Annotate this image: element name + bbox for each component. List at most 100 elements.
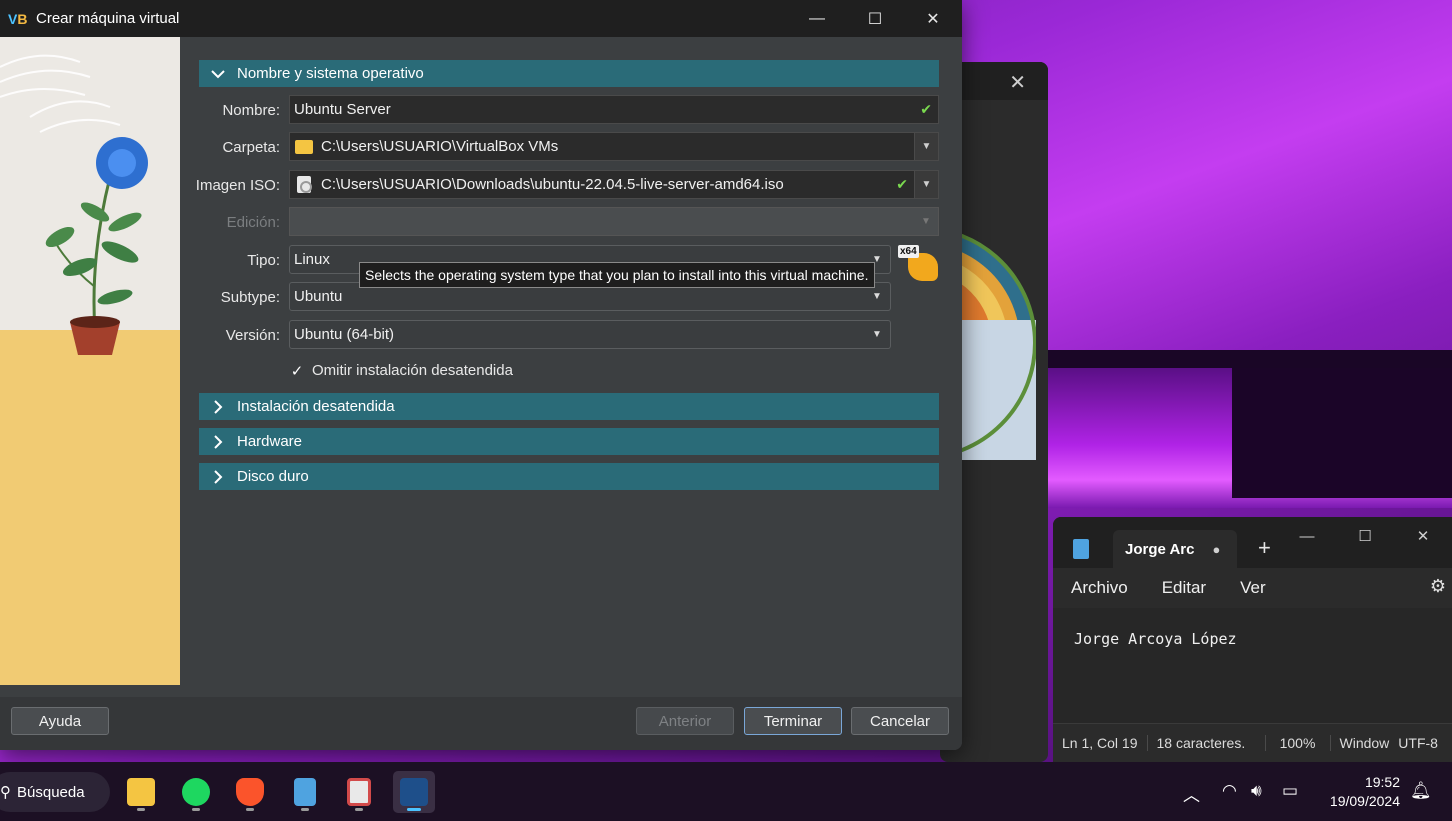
skip-unattended-checkbox[interactable]: ✓ Omitir instalación desatendida: [289, 362, 513, 380]
notepad-statusbar: Ln 1, Col 19 18 caracteres. 100% Window …: [1053, 723, 1452, 762]
section-disk-header[interactable]: Disco duro: [199, 463, 939, 490]
folder-icon: [295, 139, 313, 154]
iso-label: Imagen ISO:: [195, 177, 280, 194]
virtualbox-icon: [400, 778, 428, 806]
subtype-value: Ubuntu: [294, 288, 343, 305]
search-label: Búsqueda: [17, 783, 85, 801]
taskbar-search[interactable]: ⚲ Búsqueda: [0, 772, 110, 812]
check-icon: ✔: [920, 101, 932, 117]
edition-label: Edición:: [226, 214, 280, 231]
create-vm-dialog: VB Crear máquina virtual — ☐ ✕ Nombre y …: [0, 0, 962, 750]
notepad-tab-title: Jorge Arc: [1125, 540, 1195, 558]
notepad-icon: [1073, 539, 1089, 559]
folder-icon: [127, 778, 155, 806]
os-type-tooltip: Selects the operating system type that y…: [359, 262, 875, 288]
help-button[interactable]: Ayuda: [11, 707, 109, 735]
checkmark-icon[interactable]: ✓: [289, 363, 305, 380]
minimize-icon: —: [1299, 527, 1315, 545]
gear-icon[interactable]: ⚙: [1430, 576, 1446, 597]
iso-value: C:\Users\USUARIO\Downloads\ubuntu-22.04.…: [321, 176, 784, 193]
clock-time: 19:52: [1364, 774, 1400, 790]
taskbar: ⚲ Búsqueda ︿ ◠ 🔊︎ ▭ 19:52 19/09/2024 🔔︎: [0, 762, 1452, 821]
taskbar-file-explorer[interactable]: [120, 771, 162, 813]
name-field[interactable]: Ubuntu Server ✔: [289, 95, 939, 124]
notepad-tabbar: Jorge Arc ● + — ☐ ✕: [1053, 517, 1452, 568]
version-value: Ubuntu (64-bit): [294, 326, 395, 343]
close-button[interactable]: ✕: [904, 0, 962, 37]
maximize-button[interactable]: ☐: [846, 0, 904, 37]
section-hardware-header[interactable]: Hardware: [199, 428, 939, 455]
disc-image-icon: [297, 176, 312, 193]
scissors-icon: [347, 778, 371, 806]
notification-bell-icon[interactable]: 🔔︎: [1410, 781, 1432, 801]
clock-date: 19/09/2024: [1329, 793, 1400, 809]
back-button: Anterior: [636, 707, 734, 735]
section-unattended-header[interactable]: Instalación desatendida: [199, 393, 939, 420]
chevron-down-icon: ▼: [872, 291, 882, 302]
iso-combo[interactable]: C:\Users\USUARIO\Downloads\ubuntu-22.04.…: [289, 170, 939, 199]
section-name-os-header[interactable]: Nombre y sistema operativo: [199, 60, 939, 87]
taskbar-virtualbox[interactable]: [393, 771, 435, 813]
new-tab-icon[interactable]: +: [1258, 535, 1271, 561]
minimize-button[interactable]: —: [788, 0, 846, 37]
menu-ver[interactable]: Ver: [1240, 578, 1266, 598]
wifi-icon[interactable]: ◠: [1222, 781, 1237, 801]
chevron-down-icon: [199, 69, 237, 79]
section-disk-label: Disco duro: [237, 468, 309, 485]
notepad-tab[interactable]: Jorge Arc ●: [1113, 530, 1237, 568]
dialog-title: Crear máquina virtual: [36, 10, 180, 27]
close-icon: ✕: [1416, 528, 1430, 545]
name-label: Nombre:: [222, 102, 280, 119]
battery-icon[interactable]: ▭: [1282, 781, 1298, 801]
volume-icon[interactable]: 🔊︎: [1251, 781, 1262, 801]
wizard-illustration: [0, 37, 180, 685]
chevron-down-icon[interactable]: ▼: [914, 133, 938, 160]
search-icon: ⚲: [0, 784, 11, 801]
taskbar-snipping-tool[interactable]: [338, 771, 380, 813]
maximize-icon: ☐: [867, 10, 883, 28]
notepad-icon: [294, 778, 316, 806]
menu-archivo[interactable]: Archivo: [1071, 578, 1128, 598]
chevron-right-icon: [199, 399, 237, 415]
brave-icon: [236, 778, 264, 806]
chevron-down-icon[interactable]: ▼: [914, 171, 938, 198]
finish-button[interactable]: Terminar: [744, 707, 842, 735]
notepad-text-area[interactable]: Jorge Arcoya López: [1053, 608, 1452, 723]
spotify-icon: [182, 778, 210, 806]
chevron-right-icon: [199, 434, 237, 450]
notepad-menubar: Archivo Editar Ver ⚙: [1053, 568, 1452, 608]
virtualbox-icon: VB: [8, 10, 28, 27]
close-icon: ✕: [926, 10, 940, 28]
status-chars: 18 caracteres.: [1148, 735, 1266, 751]
folder-value: C:\Users\USUARIO\VirtualBox VMs: [321, 138, 559, 155]
version-label: Versión:: [225, 327, 280, 344]
status-zoom: 100%: [1266, 735, 1331, 751]
chevron-down-icon: ▼: [872, 329, 882, 340]
menu-editar[interactable]: Editar: [1162, 578, 1206, 598]
section-name-os-label: Nombre y sistema operativo: [237, 65, 424, 82]
status-eol: Window: [1339, 735, 1390, 751]
taskbar-brave[interactable]: [229, 771, 271, 813]
folder-label: Carpeta:: [222, 139, 280, 156]
name-value: Ubuntu Server: [294, 101, 391, 118]
status-encoding: UTF-8: [1398, 735, 1438, 751]
close-icon[interactable]: ✕: [1009, 70, 1026, 95]
cancel-button[interactable]: Cancelar: [851, 707, 949, 735]
folder-combo[interactable]: C:\Users\USUARIO\VirtualBox VMs ▼: [289, 132, 939, 161]
edition-combo: ▼: [289, 207, 939, 236]
dialog-titlebar: VB Crear máquina virtual — ☐ ✕: [0, 0, 962, 37]
chevron-up-icon[interactable]: ︿: [1183, 781, 1200, 806]
taskbar-notepad[interactable]: [284, 771, 326, 813]
subtype-label: Subtype:: [220, 289, 280, 306]
section-hardware-label: Hardware: [237, 433, 303, 450]
dialog-footer: Ayuda Anterior Terminar Cancelar: [0, 697, 962, 750]
taskbar-spotify[interactable]: [175, 771, 217, 813]
version-combo[interactable]: Ubuntu (64-bit) ▼: [289, 320, 891, 349]
os-type-icon: x64: [898, 245, 940, 285]
notepad-minimize-button[interactable]: —: [1278, 519, 1336, 553]
notepad-close-button[interactable]: ✕: [1394, 519, 1452, 553]
taskbar-clock[interactable]: 19:52 19/09/2024: [1318, 773, 1400, 811]
notepad-window: Jorge Arc ● + — ☐ ✕ Archivo Editar Ver ⚙…: [1053, 517, 1452, 762]
notepad-maximize-button[interactable]: ☐: [1336, 519, 1394, 553]
x64-badge: x64: [898, 245, 919, 258]
